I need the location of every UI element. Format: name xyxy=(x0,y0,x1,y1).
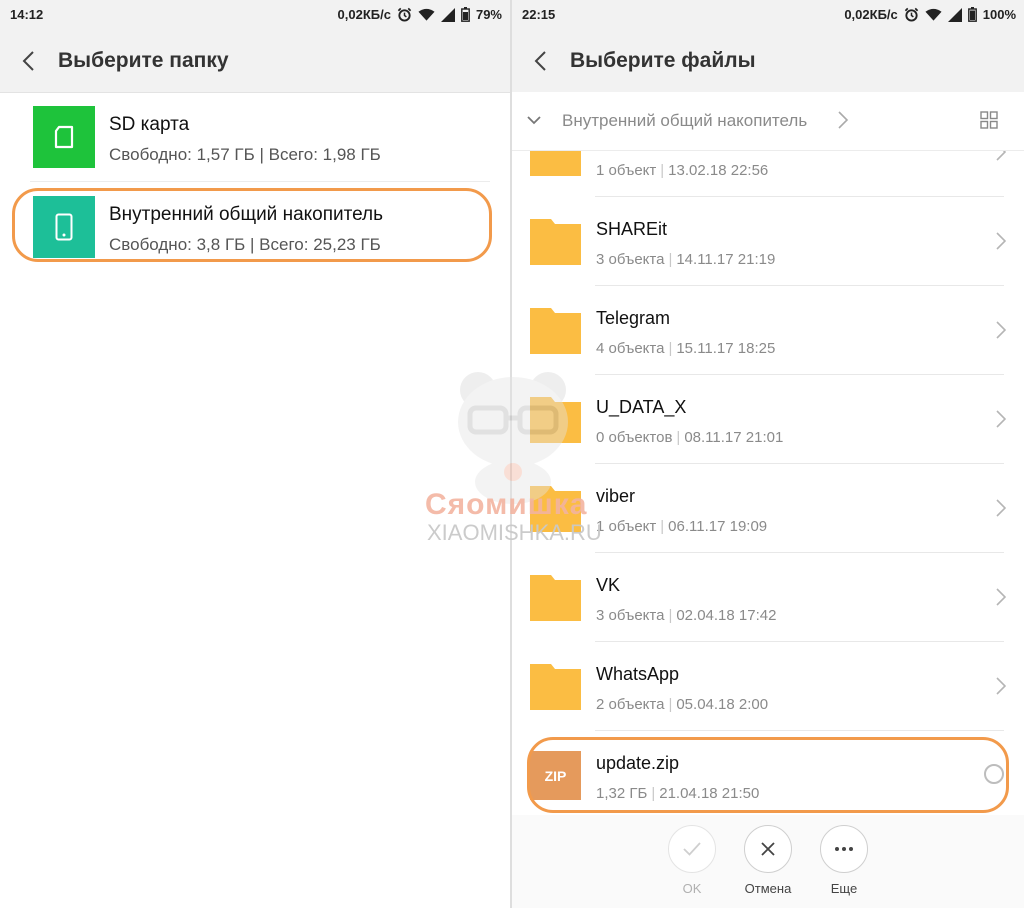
more-dots-icon xyxy=(835,847,853,851)
folder-date: 05.04.18 2:00 xyxy=(676,696,769,713)
folder-icon xyxy=(530,308,581,354)
page-title: Выберите папку xyxy=(58,49,229,72)
wifi-icon xyxy=(925,8,942,21)
back-arrow-icon[interactable] xyxy=(530,50,552,72)
sd-card-icon xyxy=(33,106,95,168)
folder-item[interactable]: 1 объект | 13.02.18 22:56 xyxy=(512,151,1024,197)
alarm-icon xyxy=(904,7,918,22)
folder-name: SHAREit xyxy=(596,219,668,239)
chevron-right-icon xyxy=(996,410,1006,428)
battery-level: 100% xyxy=(982,7,1016,22)
folder-date: 13.02.18 22:56 xyxy=(668,162,769,179)
folder-name: VK xyxy=(596,575,621,595)
title-bar: Выберите папку xyxy=(0,30,510,93)
chevron-right-icon xyxy=(996,588,1006,606)
folder-date: 15.11.17 18:25 xyxy=(676,340,776,357)
folder-count: 3 объекта xyxy=(596,607,665,624)
battery-icon xyxy=(461,7,470,22)
status-bar: 22:15 0,02КБ/с 100% xyxy=(512,0,1024,30)
highlight-outline xyxy=(527,737,1009,813)
breadcrumb: Внутренний общий накопитель xyxy=(512,92,1024,151)
page-title: Выберите файлы xyxy=(570,49,756,72)
cancel-label: Отмена xyxy=(744,881,792,896)
folder-count: 1 объект xyxy=(596,162,657,179)
chevron-right-icon xyxy=(838,111,849,129)
check-icon xyxy=(683,842,701,856)
alarm-icon xyxy=(397,7,412,22)
folder-icon xyxy=(530,575,581,621)
close-icon xyxy=(761,842,775,856)
folder-date: 08.11.17 21:01 xyxy=(684,429,784,446)
status-time: 22:15 xyxy=(522,7,556,22)
chevron-right-icon xyxy=(996,677,1006,695)
storage-space: Свободно: 1,57 ГБ | Всего: 1,98 ГБ xyxy=(109,145,381,164)
folder-icon xyxy=(530,664,581,710)
action-bar: OK Отмена Еще xyxy=(512,815,1024,908)
folder-count: 2 объекта xyxy=(596,696,665,713)
grid-view-icon[interactable] xyxy=(980,111,998,129)
chevron-right-icon xyxy=(996,232,1006,250)
folder-name: U_DATA_X xyxy=(596,397,687,417)
cancel-button[interactable]: Отмена xyxy=(738,825,798,896)
folder-count: 4 объекта xyxy=(596,340,665,357)
storage-item-sd-card[interactable]: SD карта Свободно: 1,57 ГБ | Всего: 1,98… xyxy=(0,92,510,182)
status-bar: 14:12 0,02КБ/с 79% xyxy=(0,0,510,30)
more-label: Еще xyxy=(830,881,858,896)
folder-item-whatsapp[interactable]: WhatsApp 2 объекта | 05.04.18 2:00 xyxy=(512,642,1024,731)
watermark-site: XIAOMISHKA.RU xyxy=(427,520,602,545)
folder-item-vk[interactable]: VK 3 объекта | 02.04.18 17:42 xyxy=(512,553,1024,642)
more-button[interactable]: Еще xyxy=(814,825,874,896)
folder-icon xyxy=(530,219,581,265)
folder-icon xyxy=(530,151,581,176)
chevron-down-icon[interactable] xyxy=(526,112,542,128)
folder-name: Telegram xyxy=(596,308,671,328)
folder-count: 3 объекта xyxy=(596,251,665,268)
ok-label: OK xyxy=(682,881,702,896)
wifi-icon xyxy=(418,8,435,21)
ok-button[interactable]: OK xyxy=(662,825,722,896)
chevron-right-icon xyxy=(996,321,1006,339)
storage-name: SD карта xyxy=(109,114,190,135)
folder-date: 14.11.17 21:19 xyxy=(676,251,776,268)
watermark-brand: Сяомишка xyxy=(425,488,588,521)
signal-icon xyxy=(947,7,962,22)
folder-item-shareit[interactable]: SHAREit 3 объекта | 14.11.17 21:19 xyxy=(512,197,1024,286)
net-speed: 0,02КБ/с xyxy=(337,7,391,22)
title-bar: Выберите файлы xyxy=(512,30,1024,93)
chevron-right-icon xyxy=(996,499,1006,517)
back-arrow-icon[interactable] xyxy=(18,50,40,72)
chevron-right-icon xyxy=(996,151,1006,161)
folder-date: 02.04.18 17:42 xyxy=(676,607,777,624)
highlight-outline xyxy=(12,188,492,262)
folder-name: WhatsApp xyxy=(596,664,680,684)
folder-date: 06.11.17 19:09 xyxy=(668,518,768,535)
net-speed: 0,02КБ/с xyxy=(844,7,898,22)
status-time: 14:12 xyxy=(10,7,44,22)
battery-level: 79% xyxy=(475,7,502,22)
signal-icon xyxy=(440,7,455,22)
breadcrumb-path[interactable]: Внутренний общий накопитель xyxy=(562,111,807,131)
battery-icon xyxy=(967,7,977,22)
